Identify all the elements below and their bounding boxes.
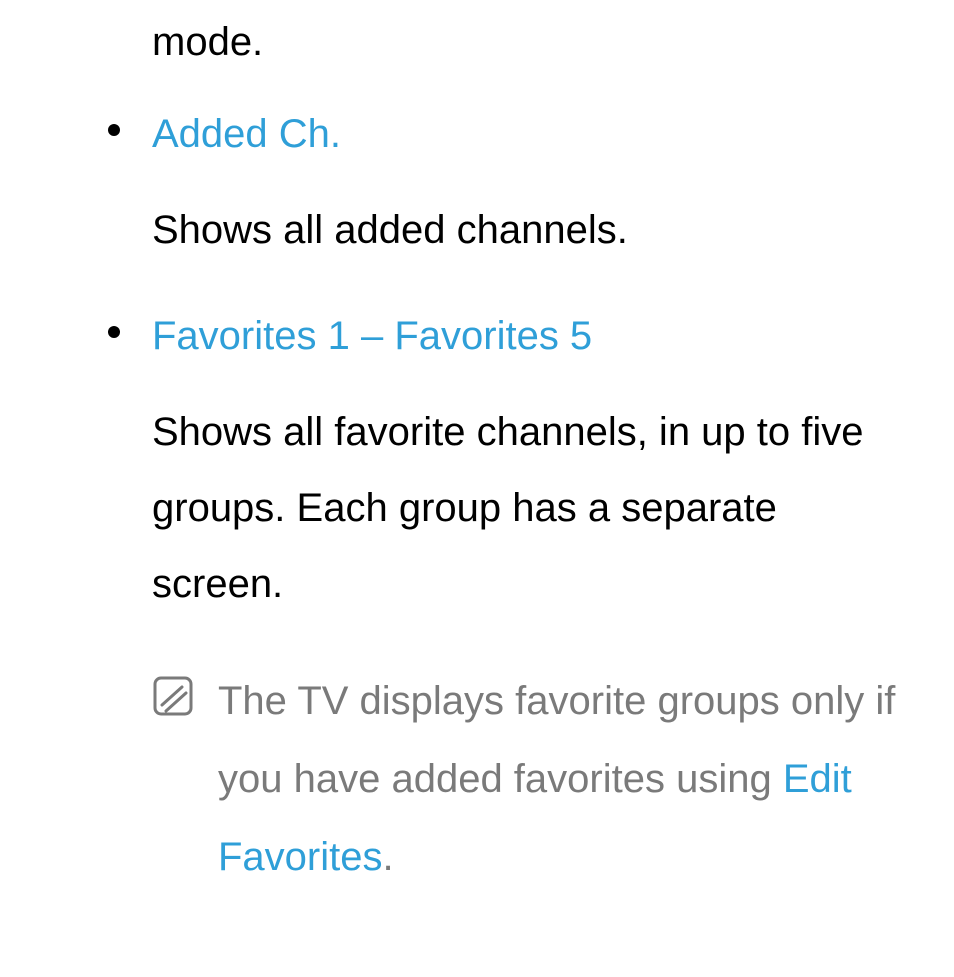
item-desc-added-ch: Shows all added channels. <box>152 192 914 268</box>
note-text-suffix: . <box>383 835 394 879</box>
bullet-dot-icon <box>108 124 120 136</box>
item-title-added-ch: Added Ch. <box>152 110 914 158</box>
note-text: The TV displays favorite groups only if … <box>218 662 914 896</box>
item-title-favorites: Favorites 1 – Favorites 5 <box>152 312 914 360</box>
item-desc-favorites: Shows all favorite channels, in up to fi… <box>152 394 914 622</box>
bullet-item-added-ch: Added Ch. Shows all added channels. <box>152 110 914 268</box>
bullet-dot-icon <box>108 326 120 338</box>
note-icon <box>152 675 194 717</box>
partial-previous-line: mode. <box>152 18 914 66</box>
bullet-item-favorites: Favorites 1 – Favorites 5 Shows all favo… <box>152 312 914 896</box>
document-page: mode. Added Ch. Shows all added channels… <box>0 0 954 977</box>
note-block: The TV displays favorite groups only if … <box>152 662 914 896</box>
